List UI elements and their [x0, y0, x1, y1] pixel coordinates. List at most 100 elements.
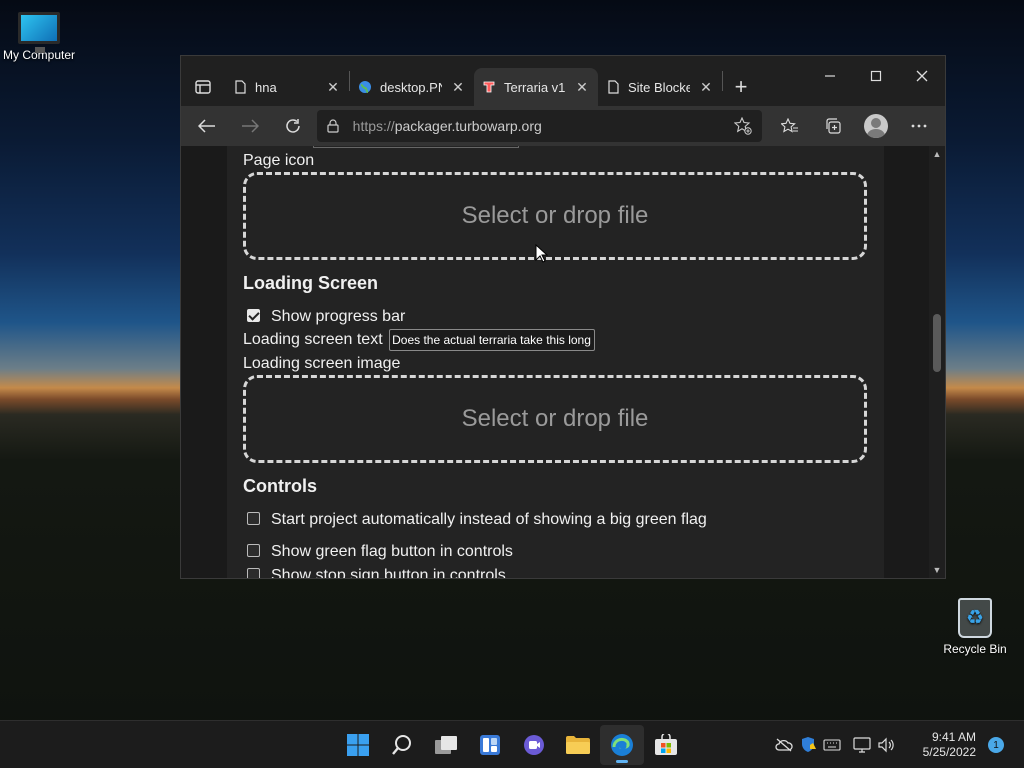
tab-hna[interactable]: hna ✕	[225, 68, 349, 106]
clock-time: 9:41 AM	[931, 730, 976, 744]
onedrive-offline-icon[interactable]	[772, 738, 796, 752]
windows-security-icon[interactable]	[796, 736, 820, 754]
desktop-icon-recycle-bin[interactable]: ♻ Recycle Bin	[935, 598, 1015, 656]
scroll-up-icon[interactable]: ▲	[929, 146, 945, 162]
system-tray: 9:41 AM 5/25/2022 1	[772, 721, 1024, 768]
collections-icon	[826, 118, 841, 134]
mouse-cursor-icon	[535, 244, 549, 263]
control-option-label: Show stop sign button in controls	[271, 567, 506, 578]
address-bar[interactable]: https://packager.turbowarp.org	[316, 110, 763, 142]
more-icon	[912, 124, 927, 128]
tab-site-blocker[interactable]: Site Blocker ✕	[598, 68, 722, 106]
edge-icon	[611, 734, 633, 756]
page-icon	[608, 80, 619, 94]
start-automatically-checkbox[interactable]	[247, 512, 260, 525]
desktop-icon-my-computer[interactable]: My Computer	[0, 12, 79, 62]
profile-button[interactable]	[857, 110, 896, 142]
show-progress-bar-option[interactable]: Show progress bar	[243, 308, 405, 326]
stop-sign-button-option[interactable]: Show stop sign button in controls	[243, 567, 506, 578]
page-icon-dropzone[interactable]: Select or drop file	[243, 172, 867, 260]
stop-sign-button-checkbox[interactable]	[247, 568, 260, 578]
windows-logo-icon	[347, 734, 369, 756]
tab-close-icon[interactable]: ✕	[325, 79, 341, 96]
minimize-button[interactable]	[807, 56, 853, 96]
controls-heading: Controls	[243, 476, 317, 496]
recycle-bin-icon: ♻	[958, 598, 992, 638]
tab-close-icon[interactable]: ✕	[698, 79, 714, 96]
control-option-label: Show green flag button in controls	[271, 543, 513, 560]
refresh-button[interactable]	[273, 110, 312, 142]
chat-icon	[524, 735, 544, 755]
show-progress-bar-checkbox[interactable]	[247, 309, 260, 322]
loading-screen-text-input[interactable]: Does the actual terraria take this long	[389, 329, 596, 351]
start-button[interactable]	[336, 725, 380, 765]
dropzone-label: Select or drop file	[461, 202, 649, 229]
url-text: https://packager.turbowarp.org	[353, 118, 720, 134]
maximize-icon	[870, 70, 882, 82]
tab-actions-icon	[195, 80, 211, 94]
url-protocol: https://	[352, 118, 395, 134]
maximize-button[interactable]	[853, 56, 899, 96]
collections-button[interactable]	[813, 110, 852, 142]
tab-close-icon[interactable]: ✕	[574, 79, 590, 96]
arrow-right-icon	[241, 119, 259, 133]
new-tab-button[interactable]: +	[723, 68, 759, 106]
loading-screen-image-dropzone[interactable]: Select or drop file	[243, 375, 867, 463]
green-flag-button-option[interactable]: Show green flag button in controls	[243, 543, 513, 561]
store-icon	[655, 734, 677, 755]
chat-button[interactable]	[512, 725, 556, 765]
page-viewport: Page icon Select or drop file Loading Sc…	[181, 146, 945, 578]
favorites-button[interactable]	[770, 110, 809, 142]
scroll-down-icon[interactable]: ▼	[929, 562, 945, 578]
task-view-button[interactable]	[424, 725, 468, 765]
browser-toolbar: https://packager.turbowarp.org	[181, 106, 945, 146]
taskbar-apps	[336, 725, 688, 765]
green-flag-button-checkbox[interactable]	[247, 544, 260, 557]
keyboard-icon[interactable]	[820, 739, 844, 751]
monitor-icon	[18, 12, 60, 53]
control-option-label: Start project automatically instead of s…	[271, 511, 707, 528]
start-automatically-option[interactable]: Start project automatically instead of s…	[243, 511, 707, 529]
close-icon	[916, 70, 928, 82]
lock-icon	[327, 119, 339, 133]
url-host: packager.turbowarp.org	[394, 118, 542, 134]
favorites-icon	[780, 118, 798, 133]
refresh-icon	[286, 119, 300, 133]
widgets-button[interactable]	[468, 725, 512, 765]
back-button[interactable]	[187, 110, 226, 142]
store-button[interactable]	[644, 725, 688, 765]
volume-icon[interactable]	[874, 737, 898, 753]
browser-window: hna ✕ desktop.PNG ✕ Terraria v1 ✕ Site B…	[180, 55, 946, 579]
page-scrollbar[interactable]: ▲ ▼	[929, 146, 945, 578]
tab-close-icon[interactable]: ✕	[450, 79, 466, 96]
search-icon	[392, 735, 411, 755]
loading-screen-image-label: Loading screen image	[243, 355, 401, 372]
minimize-icon	[825, 75, 835, 77]
globe-icon	[359, 81, 371, 93]
network-icon[interactable]	[850, 737, 874, 753]
page-icon	[235, 80, 246, 94]
file-explorer-button[interactable]	[556, 725, 600, 765]
settings-more-button[interactable]	[900, 110, 939, 142]
arrow-left-icon	[197, 119, 215, 133]
widgets-icon	[480, 735, 500, 755]
forward-button[interactable]	[230, 110, 269, 142]
clock[interactable]: 9:41 AM 5/25/2022	[906, 730, 976, 760]
tab-label: desktop.PNG	[380, 79, 442, 95]
loading-screen-text-row: Loading screen text Does the actual terr…	[243, 329, 596, 351]
taskbar: 9:41 AM 5/25/2022 1	[0, 720, 1024, 768]
edge-button[interactable]	[600, 725, 644, 765]
previous-input-edge	[313, 146, 519, 148]
add-favorite-icon[interactable]	[734, 117, 752, 135]
scrollbar-thumb[interactable]	[933, 314, 941, 372]
close-window-button[interactable]	[899, 56, 945, 96]
notification-badge[interactable]: 1	[988, 737, 1004, 753]
loading-screen-heading: Loading Screen	[243, 273, 379, 293]
dropzone-label: Select or drop file	[461, 405, 649, 432]
search-button[interactable]	[380, 725, 424, 765]
desktop-icon-label: Recycle Bin	[943, 642, 1007, 656]
tab-actions-button[interactable]	[181, 68, 225, 106]
tab-terraria[interactable]: Terraria v1 ✕	[474, 68, 598, 106]
loading-screen-text-label: Loading screen text	[243, 331, 383, 349]
tab-desktop-png[interactable]: desktop.PNG ✕	[350, 68, 474, 106]
